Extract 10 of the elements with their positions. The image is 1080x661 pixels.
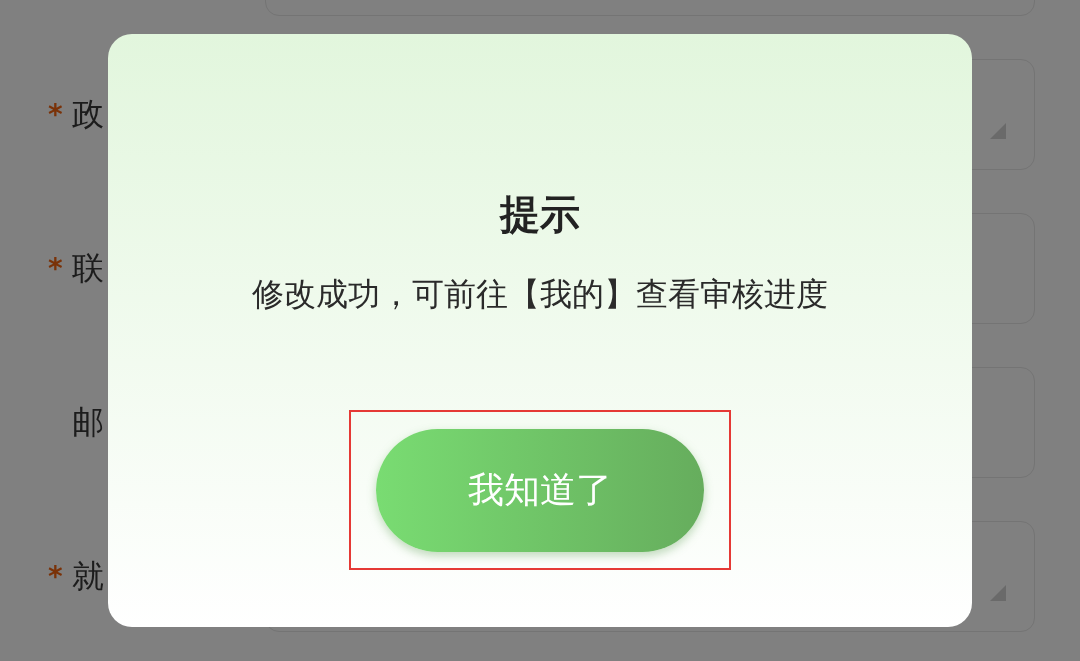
required-asterisk: *: [48, 98, 62, 131]
field-label: 邮: [72, 401, 104, 443]
required-asterisk: *: [48, 252, 62, 285]
confirm-button[interactable]: 我知道了: [376, 428, 704, 552]
field-label: 联: [72, 247, 104, 289]
field-label: 政: [72, 93, 104, 135]
dialog-title: 提示: [500, 194, 580, 234]
required-asterisk: *: [48, 560, 62, 593]
dialog-message: 修改成功，可前往【我的】查看审核进度: [252, 278, 828, 310]
field-label: 就: [72, 555, 104, 597]
